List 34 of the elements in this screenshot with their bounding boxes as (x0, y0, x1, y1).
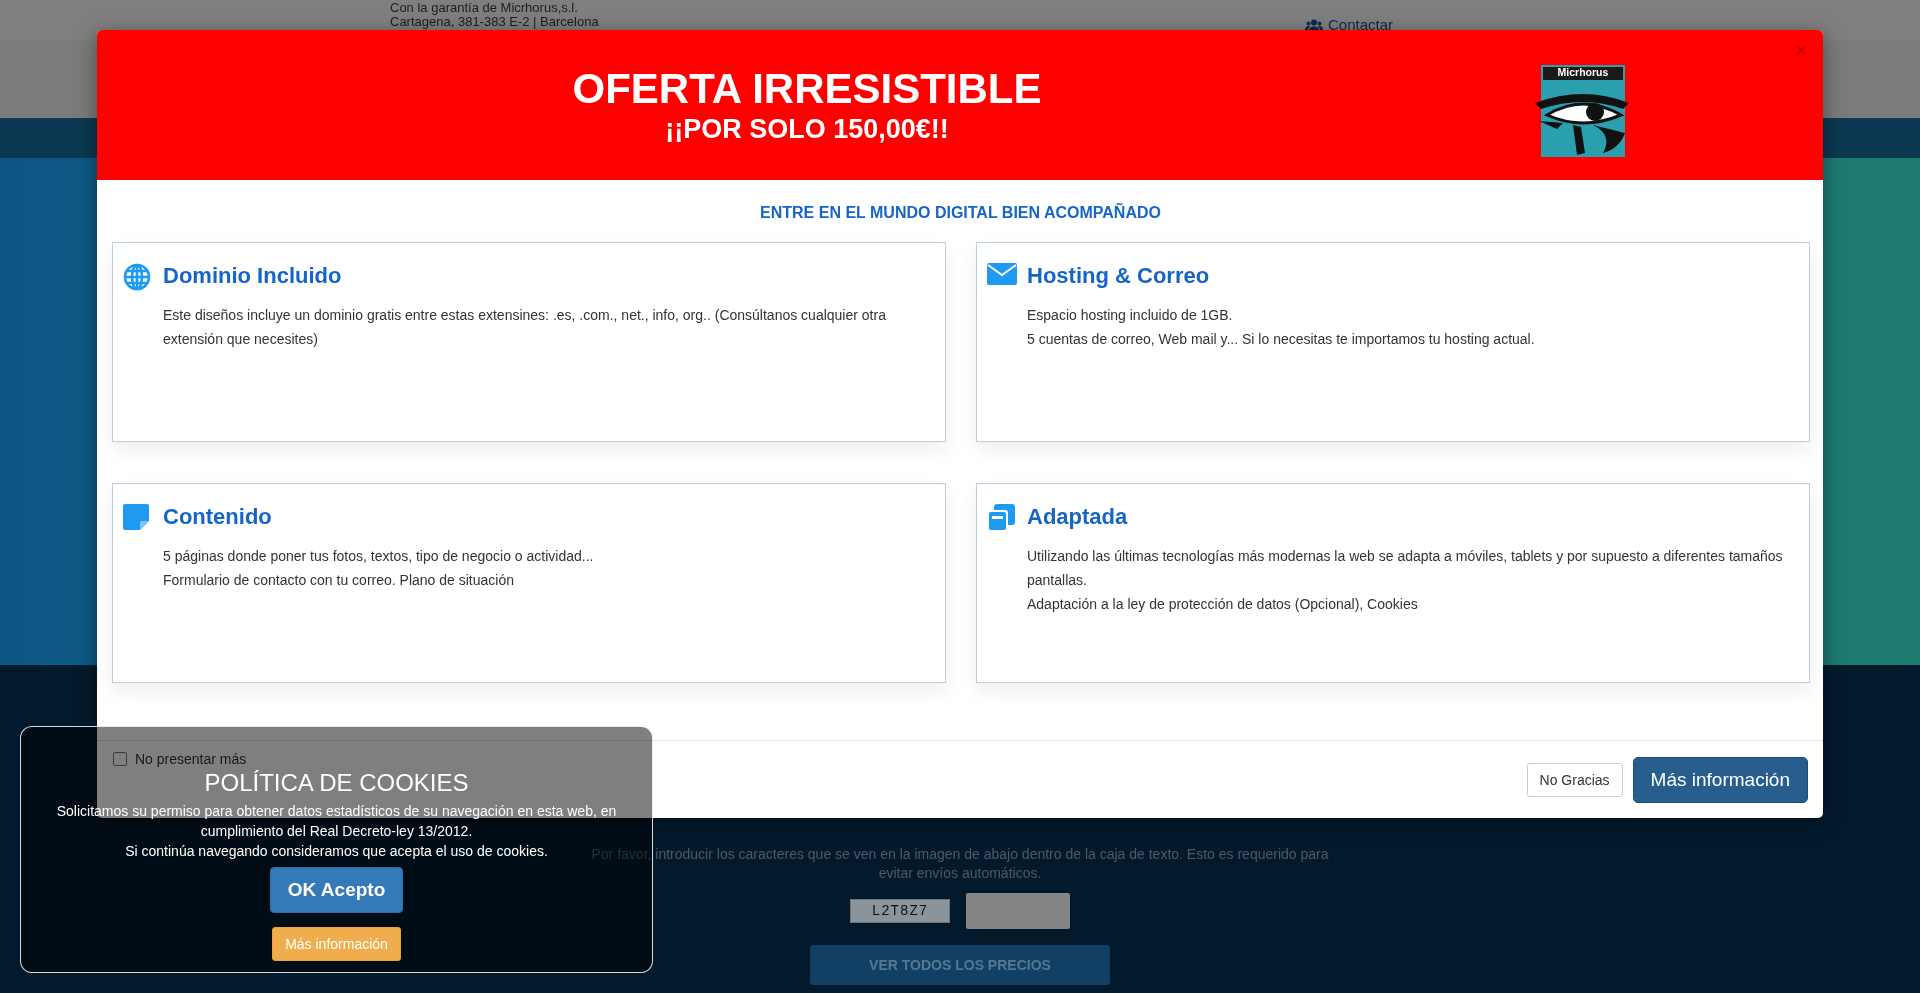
globe-icon (123, 263, 151, 291)
cookie-text: Solicitamos su permiso para obtener datos estadísticos de su navegación en esta web, en cumplimiento del Real Decreto-ley 13/2012. (55, 802, 618, 841)
feature-description: Este diseños incluye un dominio gratis entre estas extensines: .es, .com., net., info, org.. (Consúltanos cualquier otra extensión que necesites) (163, 306, 887, 349)
feature-title: Hosting & Correo (1027, 262, 1211, 290)
decline-button[interactable]: No Gracias (1526, 762, 1623, 797)
view-prices-button[interactable]: VER TODOS LOS PRECIOS (810, 945, 1110, 985)
cookie-title: POLÍTICA DE COOKIES (204, 769, 469, 797)
feature-description: 5 cuentas de correo, Web mail y... Si lo necesitas te importamos tu hosting actual. (1027, 330, 1536, 349)
section-heading: ENTRE EN EL MUNDO DIGITAL BIEN ACOMPAÑADO (760, 204, 1161, 222)
envelope-icon (987, 263, 1017, 285)
company-tagline: Con la garantía de Micrhorus,s.l. (390, 1, 578, 15)
feature-title: Dominio Incluido (163, 262, 343, 290)
cookie-text: Si continúa navegando consideramos que acepta el uso de cookies. (125, 842, 548, 861)
feature-description: Formulario de contacto con tu correo. Plano de situación (163, 571, 515, 590)
checkbox[interactable] (113, 752, 127, 766)
feature-title: Contenido (163, 503, 273, 531)
checkbox-label: No presentar más (135, 751, 247, 767)
close-button[interactable]: × (1795, 39, 1807, 62)
feature-description: Espacio hosting incluido de 1GB. (1027, 306, 1234, 325)
captcha-input[interactable] (966, 893, 1070, 929)
feature-description: Adaptación a la ley de protección de datos (Opcional), Cookies (1027, 595, 1419, 614)
feature-description: Utilizando las últimas tecnologías más modernas la web se adapta a móviles, tablets y por supuesto a diferentes tamaños pantallas. (1027, 547, 1784, 590)
accept-button[interactable]: OK Acepto (269, 867, 404, 913)
offer-price: ¡¡POR SOLO 150,00€!! (665, 113, 949, 145)
contact-link[interactable]: Contactar (1328, 18, 1394, 32)
captcha-image: L2T8Z7 (850, 899, 950, 923)
feature-description: 5 páginas donde poner tus fotos, textos, tipo de negocio o actividad... (163, 547, 595, 566)
note-icon (123, 504, 149, 530)
feature-title: Adaptada (1027, 503, 1129, 531)
more-info-button[interactable]: Más información (1632, 756, 1808, 803)
copy-icon (987, 504, 1015, 532)
company-address: Cartagena, 381-383 E-2 | Barcelona (390, 15, 599, 29)
offer-title: OFERTA IRRESISTIBLE (572, 65, 1042, 113)
more-info-button[interactable]: Más información (272, 927, 401, 961)
